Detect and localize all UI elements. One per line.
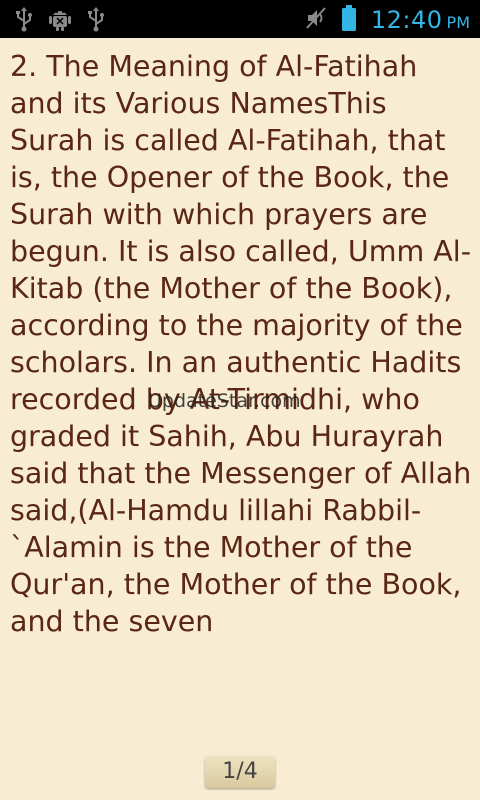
- clock-ampm: PM: [446, 13, 470, 32]
- reading-area[interactable]: 2. The Meaning of Al-Fatihah and its Var…: [10, 48, 472, 738]
- android-debug-icon: [48, 6, 72, 32]
- clock-time: 12:40: [370, 6, 443, 34]
- usb-icon: [86, 6, 106, 32]
- page-indicator-button[interactable]: 1/4: [205, 756, 275, 788]
- usb-icon: [14, 6, 34, 32]
- clock: 12:40 PM: [371, 6, 470, 34]
- body-text: 2. The Meaning of Al-Fatihah and its Var…: [10, 50, 472, 638]
- system-icons: 12:40 PM: [305, 4, 470, 36]
- notification-icons: [14, 6, 106, 32]
- mute-icon: [305, 6, 327, 34]
- status-bar: 12:40 PM: [0, 0, 480, 38]
- battery-icon: [341, 4, 357, 36]
